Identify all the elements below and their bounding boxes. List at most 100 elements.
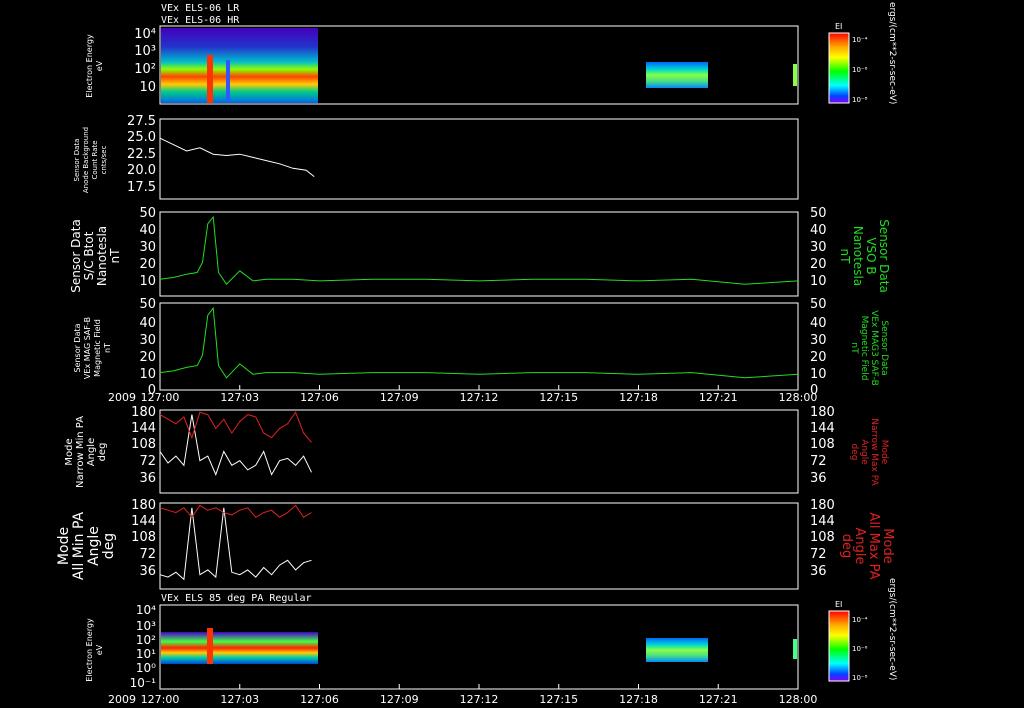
rlabel-p6-1: All Max PA xyxy=(866,512,881,579)
title-bottom: VEx ELS 85 deg PA Regular xyxy=(161,593,312,604)
spectrogram-bottom xyxy=(161,628,797,664)
x-mid-tick-label-1: 127:03 xyxy=(220,391,259,404)
x-year-label-bottom: 2009 xyxy=(108,693,136,706)
colorbar-bottom-units: ergs/(cm**2-sr-sec-eV) xyxy=(887,578,897,680)
ylabel-p6-3: deg xyxy=(101,533,117,559)
ylabel-p3-1: S/C Btot xyxy=(82,231,96,280)
trace-panel-2-series-1 xyxy=(159,137,315,177)
ylabel-p1-0: Electron Energy xyxy=(85,34,94,98)
ytick-p7-2: 10² xyxy=(136,633,156,647)
spectrogram-top xyxy=(161,28,797,103)
panel-frame-btot xyxy=(159,211,799,297)
ytick-p6r-4: 36 xyxy=(810,564,827,579)
ylabel-p2-0: Sensor Data xyxy=(73,139,81,182)
rlabel-p4-2: Magnetic Field xyxy=(859,316,869,381)
x-ticks-bottom: 127:00 127:03 127:06 127:09 127:12 127:15 127:… xyxy=(141,684,818,706)
ytick-p4r-0: 50 xyxy=(810,297,827,312)
y-ticks-energy-bottom: 10⁴ 10³ 10² 10¹ 10⁰ 10⁻¹ xyxy=(130,603,157,690)
spectro-top-spike xyxy=(207,55,213,103)
y-ticks-btot-right: 50 40 30 20 10 xyxy=(810,206,827,289)
y-ticks-energy-top: 10⁴ 10³ 10² 10 xyxy=(134,27,156,95)
ytick-p5-1: 144 xyxy=(131,421,156,436)
ytick-p2-2: 22.5 xyxy=(127,147,156,162)
rlabel-p3-2: Nanotesla xyxy=(851,226,865,286)
right-label-narrow-pa: Mode Narrow Max PA Angle deg xyxy=(849,418,889,486)
y-label-background: Sensor Data Anode Background Count Rate … xyxy=(73,127,108,193)
colorbar-bottom-tick-2: 10⁻⁶ xyxy=(852,645,868,653)
y-label-energy-bottom: Electron Energy eV xyxy=(85,618,104,682)
trace-panel-3-series-1 xyxy=(159,215,799,285)
x-mid-tick-label-0: 127:00 xyxy=(141,391,180,404)
trace-panel-5-series-2 xyxy=(159,411,312,443)
y-label-magfield: Sensor Data VEx MAG SAF-B Magnetic Field… xyxy=(73,317,112,379)
colorbar-top-tick-1: 10⁻⁴ xyxy=(852,36,868,44)
ylabel-p6-0: Mode xyxy=(56,527,72,565)
ytick-p7-5: 10⁻¹ xyxy=(130,676,157,690)
ylabel-p4-2: Magnetic Field xyxy=(93,319,102,377)
colorbar-bottom-tick-1: 10⁻⁴ xyxy=(852,616,868,624)
ytick-p2-0: 27.5 xyxy=(127,114,156,129)
x-mid-tick-label-2: 127:06 xyxy=(300,391,339,404)
ytick-p3r-3: 20 xyxy=(810,257,827,272)
ytick-p3r-4: 10 xyxy=(810,274,827,289)
spectro-top-block-2 xyxy=(646,62,708,88)
trace-panel-6-series-1 xyxy=(159,507,312,581)
ylabel-p4-1: VEx MAG SAF-B xyxy=(83,317,92,379)
rlabel-p3-0: Sensor Data xyxy=(877,219,891,293)
y-label-all-pa: Mode All Min PA Angle deg xyxy=(56,511,117,580)
y-ticks-btot: 50 40 30 20 10 xyxy=(139,206,156,289)
rlabel-p4-0: Sensor Data xyxy=(879,320,889,375)
x-mid-tick-label-3: 127:09 xyxy=(380,391,419,404)
plot-stage: EI 10⁻⁴ 10⁻⁶ 10⁻⁸ ergs/(cm**2-sr-sec-eV)… xyxy=(56,2,897,706)
ylabel-p7-0: Electron Energy xyxy=(85,618,94,682)
ytick-p5r-3: 72 xyxy=(810,454,827,469)
colorbar-bottom-label: EI xyxy=(835,600,842,609)
ylabel-p6-2: Angle xyxy=(86,526,102,566)
spectro-top-stripe xyxy=(226,60,230,100)
x-bottom-tick-label-7: 127:21 xyxy=(699,693,738,706)
trace-panel-6-series-2 xyxy=(159,504,312,519)
rlabel-p6-0: Mode xyxy=(880,528,895,563)
ytick-p1-2: 10² xyxy=(134,62,156,77)
ylabel-p3-2: Nanotesla xyxy=(95,226,109,286)
y-ticks-background: 27.5 25.0 22.5 20.0 17.5 xyxy=(127,114,156,195)
ytick-p5r-2: 108 xyxy=(810,437,835,452)
title-top-line1: VEx ELS-06 LR xyxy=(161,3,240,14)
ytick-p7-1: 10³ xyxy=(136,619,156,633)
ytick-p5-3: 72 xyxy=(139,454,156,469)
ytick-p2-4: 17.5 xyxy=(127,180,156,195)
x-year-label-mid: 2009 xyxy=(108,391,136,404)
right-label-magfield: Sensor Data VEx MAG3 SAF-B Magnetic Fiel… xyxy=(849,310,889,386)
panel-frame-background xyxy=(159,118,799,200)
y-ticks-all-pa-right: 180 144 108 72 36 xyxy=(810,498,835,579)
x-bottom-tick-label-8: 128:00 xyxy=(779,693,818,706)
rlabel-p5-2: Angle xyxy=(859,439,869,465)
ytick-p1-1: 10³ xyxy=(134,44,156,59)
rlabel-p3-1: VSO B xyxy=(864,237,878,274)
colorbar-top-units: ergs/(cm**2-sr-sec-eV) xyxy=(887,2,897,104)
y-label-narrow-pa: Mode Narrow Min PA Angle deg xyxy=(64,416,108,488)
ytick-p6r-3: 72 xyxy=(810,547,827,562)
rlabel-p5-1: Narrow Max PA xyxy=(869,418,879,486)
colorbar-bottom: EI 10⁻⁴ 10⁻⁶ 10⁻⁸ ergs/(cm**2-sr-sec-eV) xyxy=(828,578,897,682)
ytick-p2-1: 25.0 xyxy=(127,130,156,145)
ytick-p5-4: 36 xyxy=(139,471,156,486)
x-bottom-tick-label-4: 127:12 xyxy=(460,693,499,706)
y-ticks-narrow-pa-right: 180 144 108 72 36 xyxy=(810,405,835,486)
ytick-p6r-0: 180 xyxy=(810,498,835,513)
x-bottom-tick-label-6: 127:18 xyxy=(619,693,658,706)
ytick-p4r-4: 10 xyxy=(810,367,827,382)
ylabel-p7-1: eV xyxy=(95,644,104,655)
x-ticks-mid: 127:00 127:03 127:06 127:09 127:12 127:15 127:… xyxy=(141,385,817,404)
spectro-bottom-block-3 xyxy=(793,639,797,659)
colorbar-top-tick-2: 10⁻⁶ xyxy=(852,66,868,74)
ytick-p4r-2: 30 xyxy=(810,333,827,348)
x-bottom-tick-label-2: 127:06 xyxy=(300,693,339,706)
x-mid-tick-label-6: 127:18 xyxy=(619,391,658,404)
panel-frames xyxy=(159,25,799,690)
ytick-p3r-1: 40 xyxy=(810,223,827,238)
y-ticks-magfield: 50 40 30 20 10 0 xyxy=(139,297,156,398)
panel-frame-magfield xyxy=(159,302,799,391)
ytick-p6r-2: 108 xyxy=(810,530,835,545)
rlabel-p3-3: nT xyxy=(838,249,852,265)
